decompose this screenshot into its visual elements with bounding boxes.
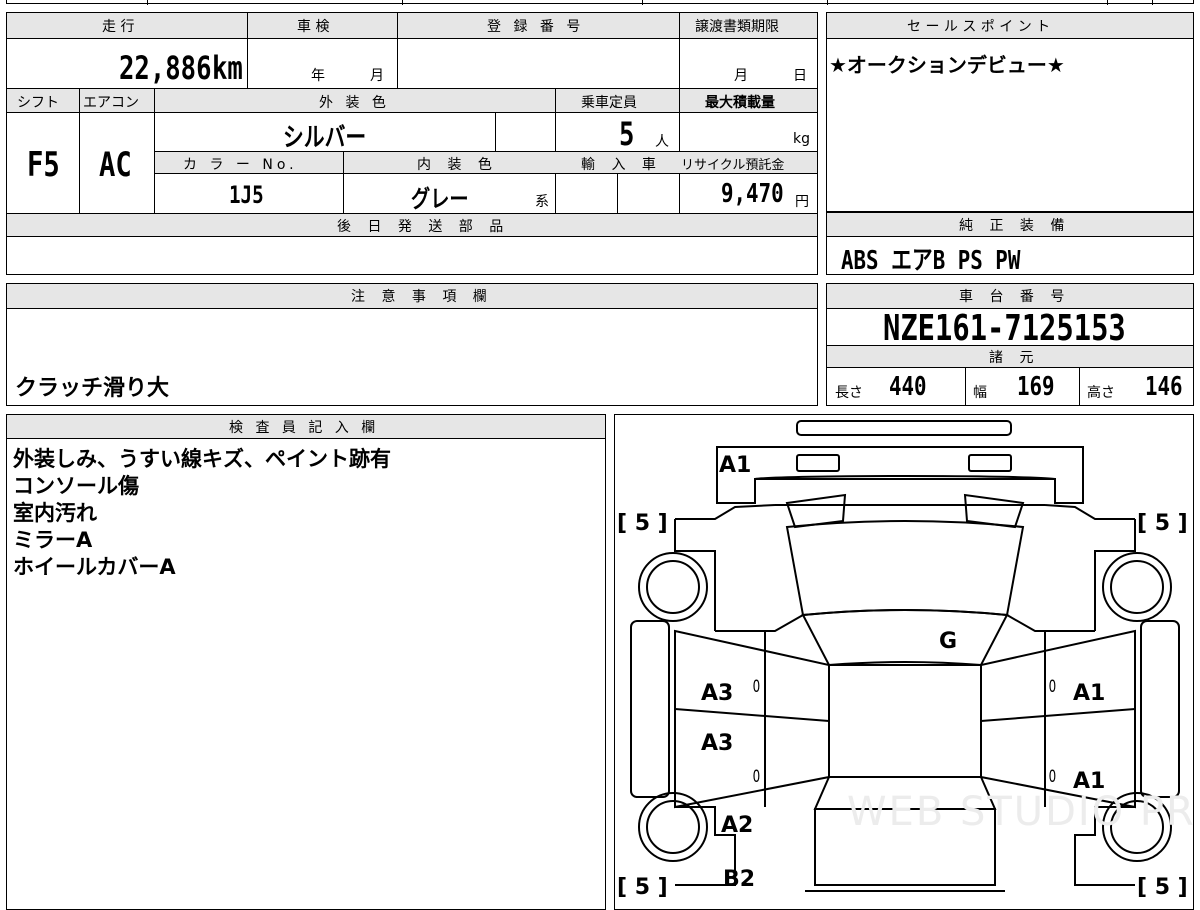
later-parts-label: 後 日 発 送 部 品	[337, 219, 510, 235]
notes-label: 注 意 事 項 欄	[351, 289, 493, 305]
top-strip	[6, 0, 1194, 5]
inspector-box: 検 査 員 記 入 欄 外装しみ、うすい線キズ、ペイント跡有 コンソール傷 室内…	[6, 414, 606, 910]
aircon-label: エアコン	[83, 95, 139, 111]
tire-tread-rear-right: [ 5 ]	[1137, 875, 1188, 900]
notes-box: 注 意 事 項 欄 クラッチ滑り大	[6, 283, 818, 406]
mileage-label: 走 行	[102, 19, 135, 35]
notes-text: クラッチ滑り大	[15, 376, 170, 401]
sales-point-text: ★オークションデビュー★	[829, 53, 1065, 77]
import-label: 輸 入 車	[581, 157, 662, 173]
equipment-value: ABS エアB PS PW	[841, 246, 1021, 276]
length-label: 長さ	[835, 385, 863, 401]
zero-mark-right-rear: 0	[1048, 767, 1057, 787]
height-label: 高さ	[1087, 385, 1115, 401]
capacity-label: 乗車定員	[581, 95, 637, 111]
sales-point-label: セ ー ル ス ポ イ ン ト	[907, 19, 1051, 35]
damage-left-rear-door: A3	[701, 731, 734, 756]
damage-right-rear-door: A1	[1073, 769, 1106, 794]
tire-tread-front-right: [ 5 ]	[1137, 511, 1188, 536]
diagram-watermark: WEB STUDIO PRO	[847, 789, 1194, 835]
vehicle-info-table: 走 行 車 検 登 録 番 号 譲渡書類期限 22,886 km 年 月 月 日…	[6, 12, 818, 275]
inspector-line-3: 室内汚れ	[13, 501, 97, 525]
mileage-unit: km	[212, 49, 243, 87]
damage-left-rear-fender: A2	[721, 813, 754, 838]
damage-front-bumper: A1	[719, 453, 752, 478]
inspector-line-4: ミラーA	[13, 528, 93, 552]
registration-label: 登 録 番 号	[487, 19, 585, 35]
recycle-label: リサイクル預託金	[681, 158, 785, 173]
deadline-month-unit: 月	[734, 68, 748, 84]
shift-value: F5	[27, 145, 60, 185]
chassis-label: 車 台 番 号	[959, 289, 1071, 305]
length-value: 440	[889, 372, 927, 402]
tire-tread-rear-left: [ 5 ]	[617, 875, 668, 900]
color-no-value: 1J5	[229, 181, 264, 209]
height-value: 146	[1145, 372, 1183, 402]
inspection-year-unit: 年	[311, 68, 325, 84]
max-load-unit: kg	[793, 131, 810, 147]
capacity-unit: 人	[655, 134, 669, 150]
width-value: 169	[1017, 372, 1055, 402]
zero-mark-left-rear: 0	[752, 767, 761, 787]
chassis-box: 車 台 番 号 NZE161-7125153 諸 元 長さ 440 幅 169 …	[826, 283, 1194, 406]
capacity-value: 5	[619, 115, 635, 153]
exterior-color-label: 外 装 色	[319, 95, 390, 111]
specs-label: 諸 元	[989, 350, 1040, 366]
equipment-box: 純 正 装 備 ABS エアB PS PW	[826, 212, 1194, 276]
chassis-value: NZE161-7125153	[883, 308, 1126, 349]
inspector-line-1: 外装しみ、うすい線キズ、ペイント跡有	[13, 447, 391, 471]
width-label: 幅	[973, 385, 987, 401]
car-damage-diagram: WEB STUDIO PRO A1 G A3 A3 A2 B2 A1 A1 0 …	[614, 414, 1194, 910]
transfer-deadline-label: 譲渡書類期限	[695, 19, 779, 35]
color-no-label: カ ラ ー No.	[183, 157, 298, 173]
interior-color-suffix: 系	[535, 194, 549, 210]
inspector-label: 検 査 員 記 入 欄	[229, 420, 380, 436]
inspector-line-5: ホイールカバーA	[13, 555, 176, 579]
interior-color-value: グレー	[411, 185, 469, 213]
recycle-unit: 円	[795, 194, 809, 210]
equipment-label: 純 正 装 備	[959, 218, 1071, 234]
car-outline	[630, 420, 1180, 892]
sales-point-box: セ ー ル ス ポ イ ン ト ★オークションデビュー★	[826, 12, 1194, 212]
mileage-value: 22,886	[119, 49, 212, 87]
aircon-value: AC	[99, 145, 132, 185]
damage-left-front-door: A3	[701, 681, 734, 706]
max-load-label: 最大積載量	[705, 95, 775, 111]
interior-color-label: 内 装 色	[417, 157, 498, 173]
shift-label: シフト	[17, 95, 59, 111]
zero-mark-right-front: 0	[1048, 677, 1057, 697]
tire-tread-front-left: [ 5 ]	[617, 511, 668, 536]
inspection-month-unit: 月	[370, 68, 384, 84]
damage-rear-left: B2	[723, 867, 756, 892]
zero-mark-left-front: 0	[752, 677, 761, 697]
inspector-line-2: コンソール傷	[13, 474, 139, 498]
damage-windshield: G	[939, 629, 958, 654]
recycle-value: 9,470	[721, 179, 784, 209]
exterior-color-value: シルバー	[283, 123, 367, 153]
deadline-day-unit: 日	[793, 68, 807, 84]
inspection-label: 車 検	[297, 19, 330, 35]
damage-right-front-door: A1	[1073, 681, 1106, 706]
